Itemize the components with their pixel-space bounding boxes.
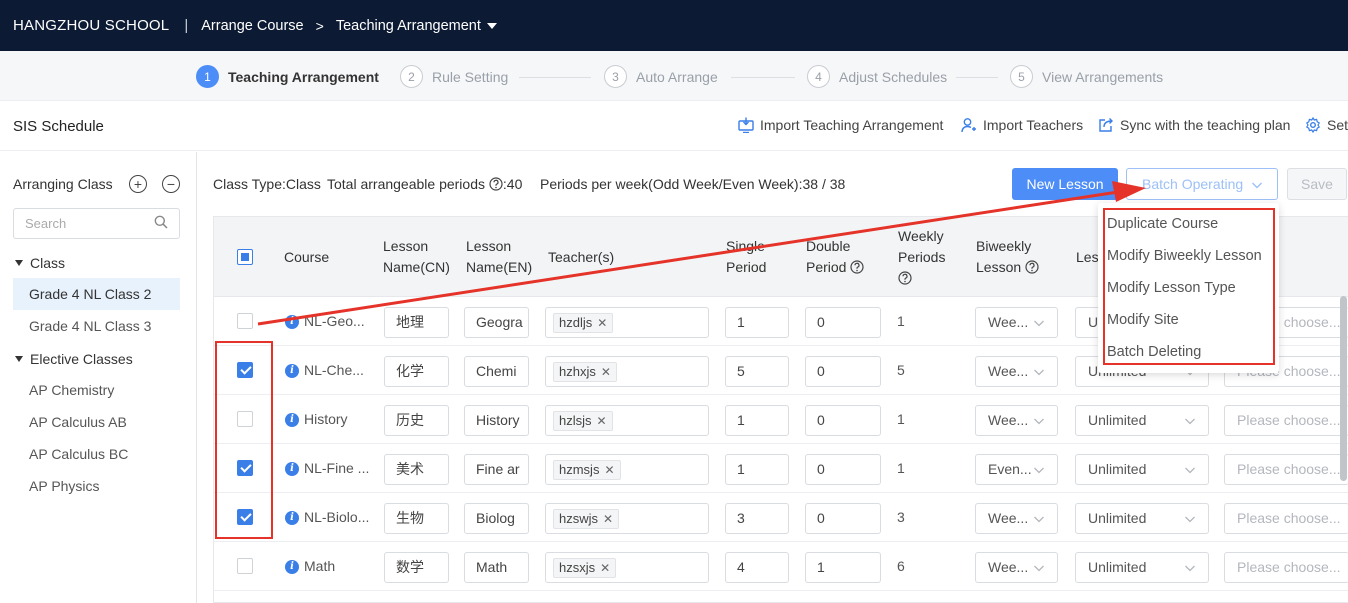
annotation-arrow [257,181,1146,326]
arrow-line [257,190,1119,326]
arrow-head-icon [1112,181,1146,202]
